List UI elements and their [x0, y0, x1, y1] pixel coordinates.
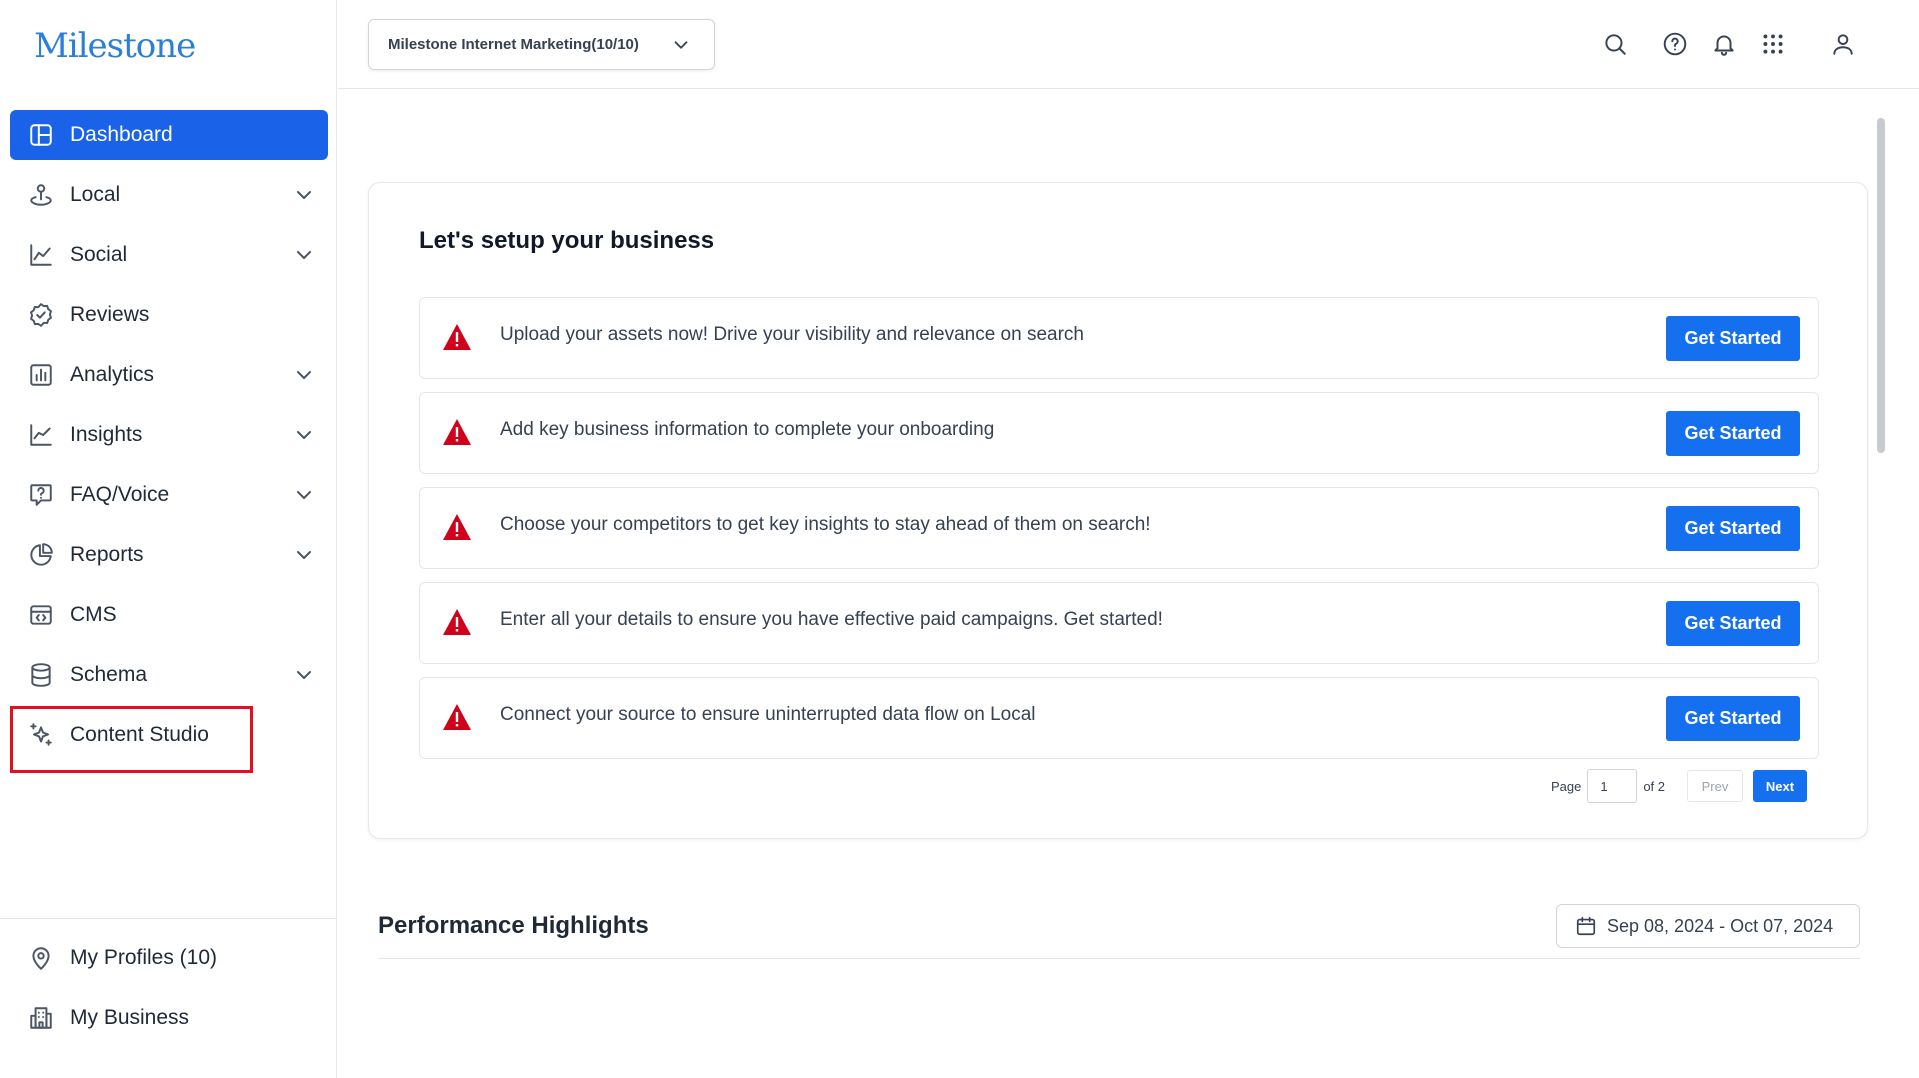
next-page-button[interactable]: Next — [1753, 770, 1807, 802]
sidebar-item-faq-voice[interactable]: FAQ/Voice — [10, 470, 328, 520]
get-started-button[interactable]: Get Started — [1666, 506, 1800, 551]
date-range-picker[interactable]: Sep 08, 2024 - Oct 07, 2024 — [1556, 904, 1860, 948]
chevron-down-icon[interactable] — [292, 483, 316, 507]
calendar-icon — [1575, 915, 1597, 937]
warning-icon — [442, 608, 472, 636]
warning-icon — [442, 513, 472, 541]
task-text: Add key business information to complete… — [500, 419, 995, 440]
building-icon — [26, 1003, 56, 1033]
setup-task: Choose your competitors to get key insig… — [419, 487, 1819, 569]
badge-check-icon — [26, 300, 56, 330]
task-text: Upload your assets now! Drive your visib… — [500, 324, 1084, 345]
top-header: Milestone Internet Marketing(10/10) — [338, 0, 1919, 89]
chevron-down-icon — [670, 34, 692, 56]
app-root: Milestone Dashboard Local Social Reviews… — [0, 0, 1919, 1078]
sidebar-item-label: My Business — [70, 1006, 190, 1029]
sidebar: Milestone Dashboard Local Social Reviews… — [0, 0, 337, 1078]
dashboard-icon — [26, 120, 56, 150]
bell-icon[interactable] — [1709, 29, 1739, 59]
sidebar-item-label: Content Studio — [70, 723, 209, 746]
sparkles-icon — [26, 720, 56, 750]
sidebar-item-cms[interactable]: CMS — [10, 590, 328, 640]
user-icon[interactable] — [1828, 29, 1858, 59]
pagination: Page 1 of 2 Prev Next — [1551, 769, 1807, 803]
bar-chart-icon — [26, 360, 56, 390]
sidebar-item-local[interactable]: Local — [10, 170, 328, 220]
get-started-button[interactable]: Get Started — [1666, 601, 1800, 646]
sidebar-item-label: Insights — [70, 423, 143, 446]
task-text: Choose your competitors to get key insig… — [500, 514, 1151, 535]
sidebar-item-label: Reviews — [70, 303, 150, 326]
sidebar-item-label: Dashboard — [70, 123, 173, 146]
setup-task: Enter all your details to ensure you hav… — [419, 582, 1819, 664]
milestone-logo[interactable]: Milestone — [34, 26, 196, 66]
task-text: Enter all your details to ensure you hav… — [500, 609, 1163, 630]
search-icon[interactable] — [1600, 29, 1630, 59]
scrollbar[interactable] — [1877, 118, 1885, 453]
sidebar-item-reports[interactable]: Reports — [10, 530, 328, 580]
sidebar-item-insights[interactable]: Insights — [10, 410, 328, 460]
chevron-down-icon[interactable] — [292, 363, 316, 387]
get-started-button[interactable]: Get Started — [1666, 696, 1800, 741]
setup-task: Add key business information to complete… — [419, 392, 1819, 474]
sidebar-item-label: Reports — [70, 543, 144, 566]
warning-icon — [442, 418, 472, 446]
get-started-button[interactable]: Get Started — [1666, 316, 1800, 361]
performance-title: Performance Highlights — [378, 912, 649, 939]
database-icon — [26, 660, 56, 690]
sidebar-item-label: Analytics — [70, 363, 155, 386]
page-total: of 2 — [1643, 778, 1665, 794]
divider — [378, 958, 1860, 959]
page-label: Page — [1550, 778, 1582, 794]
sidebar-item-reviews[interactable]: Reviews — [10, 290, 328, 340]
account-selector-label: Milestone Internet Marketing(10/10) — [388, 36, 639, 53]
page-number-input[interactable]: 1 — [1587, 769, 1638, 803]
sidebar-item-my-business[interactable]: My Business — [10, 993, 327, 1043]
sidebar-item-my-profiles[interactable]: My Profiles (10) — [10, 933, 327, 983]
sidebar-item-social[interactable]: Social — [10, 230, 328, 280]
location-pin-icon — [26, 180, 56, 210]
apps-grid-icon[interactable] — [1758, 29, 1788, 59]
sidebar-item-label: Social — [70, 243, 128, 266]
sidebar-item-label: Local — [70, 183, 121, 206]
code-window-icon — [26, 600, 56, 630]
faq-icon — [26, 480, 56, 510]
setup-card: Let's setup your business Upload your as… — [368, 182, 1868, 839]
help-icon[interactable] — [1660, 29, 1690, 59]
task-text: Connect your source to ensure uninterrup… — [500, 704, 1036, 725]
sidebar-item-analytics[interactable]: Analytics — [10, 350, 328, 400]
setup-title: Let's setup your business — [419, 227, 715, 254]
get-started-button[interactable]: Get Started — [1666, 411, 1800, 456]
pie-chart-icon — [26, 540, 56, 570]
sidebar-item-content-studio[interactable]: Content Studio — [10, 710, 328, 760]
chevron-down-icon[interactable] — [292, 183, 316, 207]
setup-task: Connect your source to ensure uninterrup… — [419, 677, 1819, 759]
date-range-label: Sep 08, 2024 - Oct 07, 2024 — [1607, 915, 1834, 936]
chevron-down-icon[interactable] — [292, 243, 316, 267]
sidebar-item-label: FAQ/Voice — [70, 483, 170, 506]
chevron-down-icon[interactable] — [292, 543, 316, 567]
warning-icon — [442, 703, 472, 731]
line-chart-icon — [26, 240, 56, 270]
sidebar-nav: Dashboard Local Social Reviews Analytics… — [10, 110, 328, 770]
sidebar-item-label: CMS — [70, 603, 117, 626]
sidebar-item-dashboard[interactable]: Dashboard — [10, 110, 328, 160]
chevron-down-icon[interactable] — [292, 423, 316, 447]
sidebar-item-label: My Profiles (10) — [70, 946, 218, 969]
account-selector[interactable]: Milestone Internet Marketing(10/10) — [368, 19, 715, 70]
setup-task: Upload your assets now! Drive your visib… — [419, 297, 1819, 379]
sidebar-item-label: Schema — [70, 663, 148, 686]
map-pin-icon — [26, 943, 56, 973]
prev-page-button[interactable]: Prev — [1687, 770, 1743, 802]
warning-icon — [442, 323, 472, 351]
sidebar-item-schema[interactable]: Schema — [10, 650, 328, 700]
trend-chart-icon — [26, 420, 56, 450]
sidebar-bottom: My Profiles (10) My Business — [0, 918, 337, 1053]
main-content: Let's setup your business Upload your as… — [338, 90, 1919, 1078]
chevron-down-icon[interactable] — [292, 663, 316, 687]
